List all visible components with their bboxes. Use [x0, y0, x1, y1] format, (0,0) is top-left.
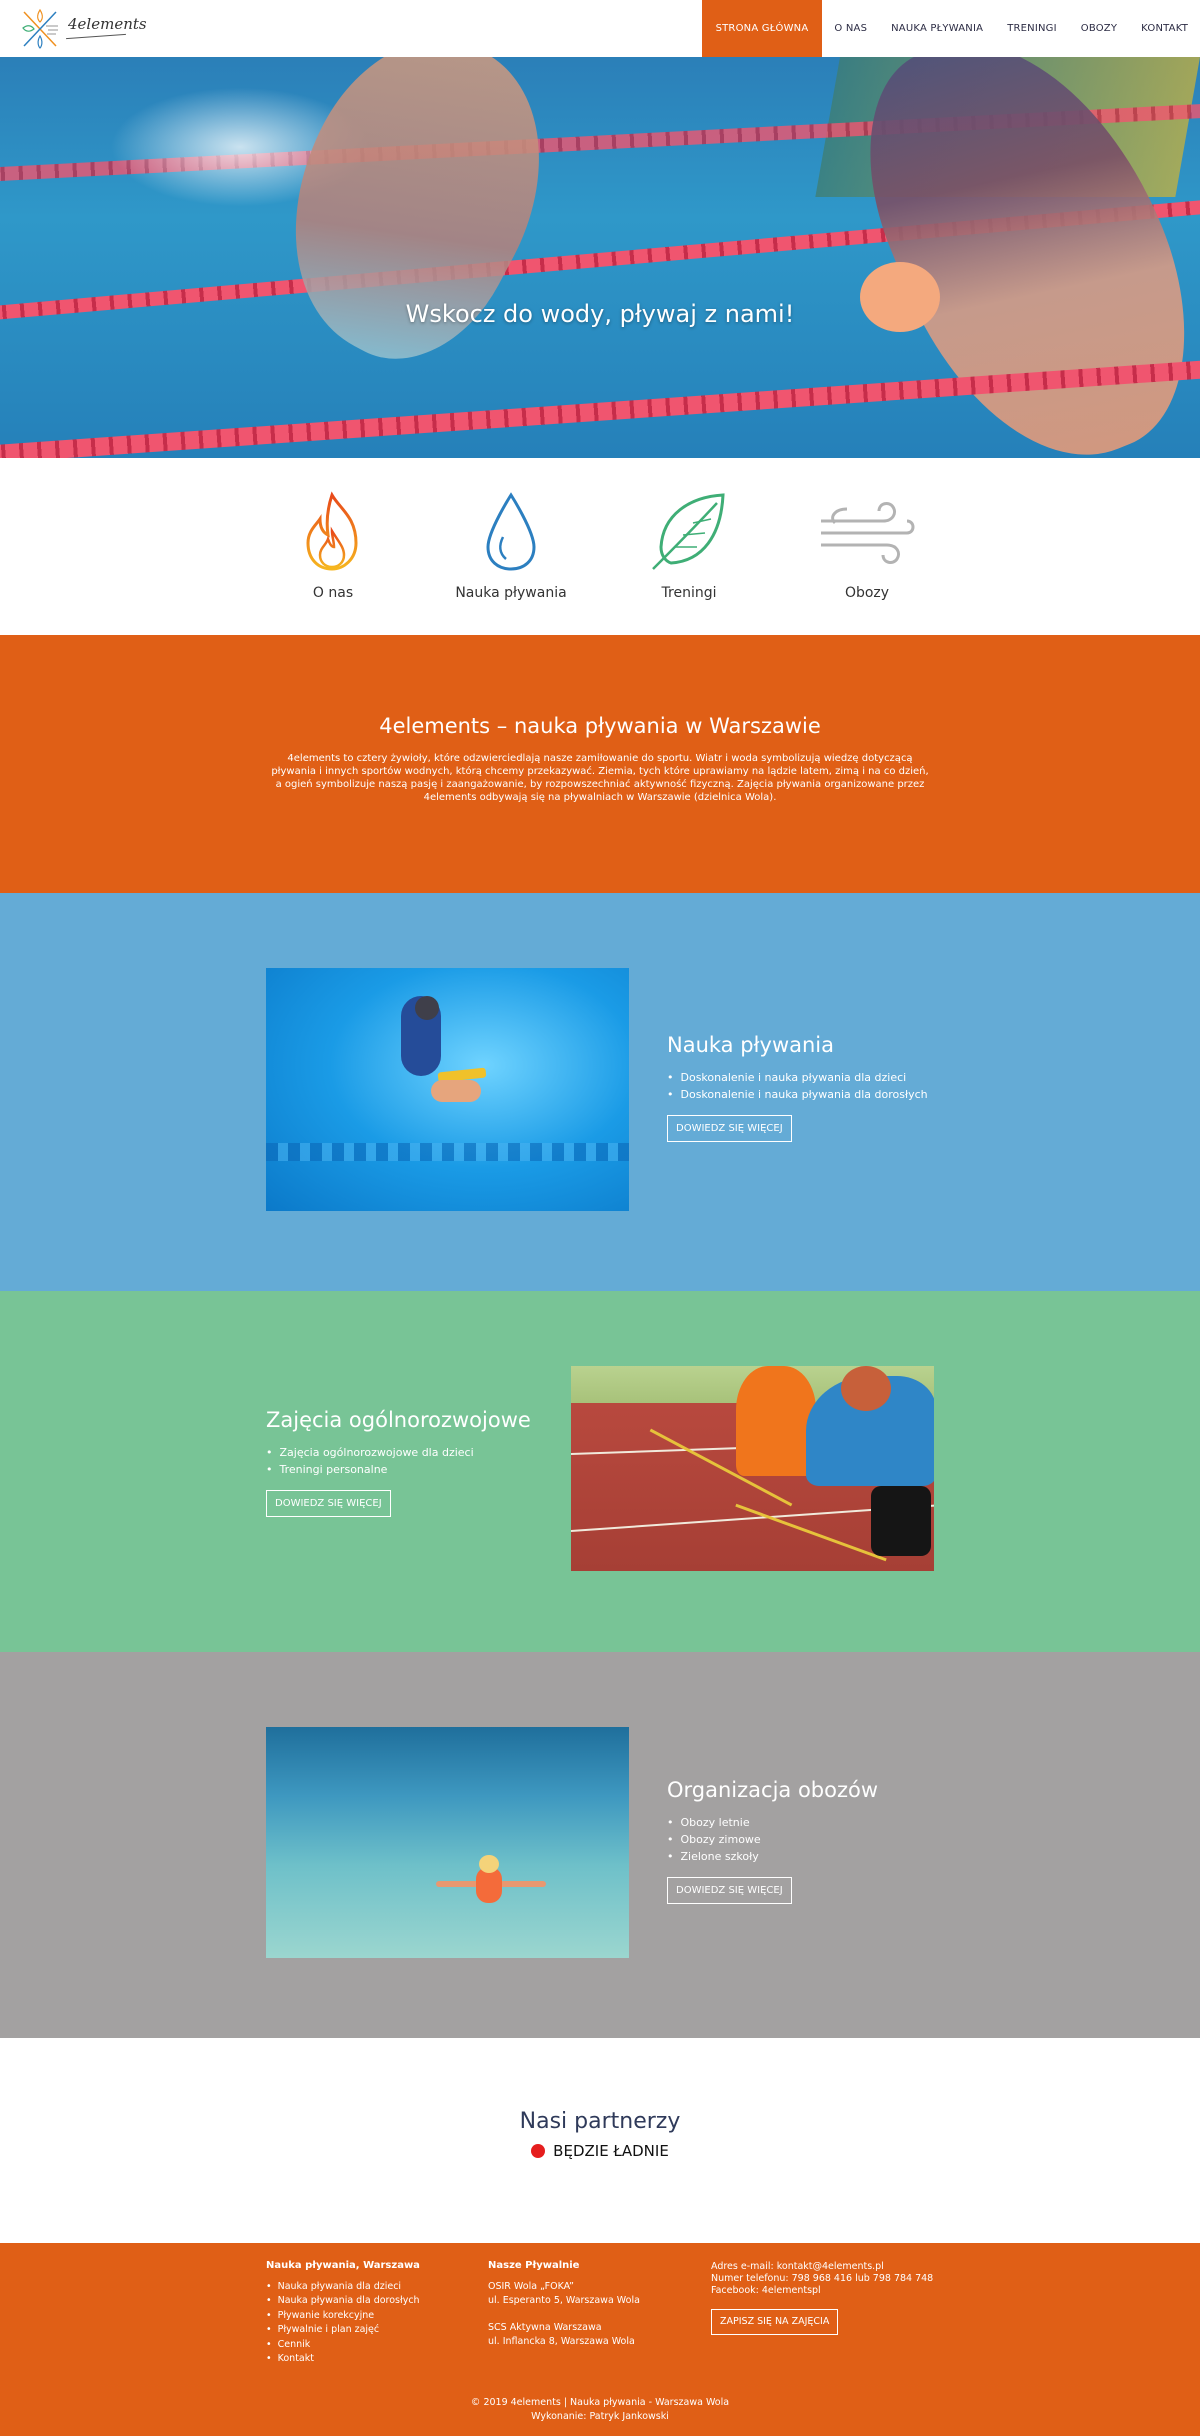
swimming-list: Doskonalenie i nauka pływania dla dzieci…: [667, 1069, 928, 1103]
sea-camp-image: [266, 1727, 629, 1958]
feature-label: Nauka pływania: [455, 585, 567, 601]
camps-title: Organizacja obozów: [667, 1778, 879, 1802]
partner-logo-icon: [531, 2144, 546, 2158]
footer-link[interactable]: Cennik: [266, 2338, 420, 2353]
about-section: 4elements – nauka pływania w Warszawie 4…: [0, 635, 1200, 893]
logo-underline: [66, 33, 126, 40]
camps-text: Organizacja obozów Obozy letnie Obozy zi…: [667, 1778, 878, 1904]
footer-contact-column: Adres e-mail: kontakt@4elements.pl Numer…: [711, 2261, 933, 2335]
footer-link[interactable]: Kontakt: [266, 2352, 420, 2367]
main-nav: STRONA GŁÓWNA O NAS NAUKA PŁYWANIA TRENI…: [701, 0, 1200, 57]
general-title: Zajęcia ogólnorozwojowe: [266, 1408, 531, 1432]
feature-label: Treningi: [661, 585, 717, 601]
site-logo[interactable]: 4elements: [18, 6, 147, 52]
author-credit: Wykonanie: Patryk Jankowski: [531, 2411, 669, 2422]
running-track-image: [571, 1366, 934, 1571]
feature-icons: O nas Nauka pływania Treningi Obozy: [0, 458, 1200, 635]
nav-about[interactable]: O NAS: [822, 0, 879, 57]
footer-column-title: Nauka pływania, Warszawa: [266, 2260, 420, 2271]
about-text: 4elements to cztery żywioły, które odzwi…: [271, 753, 929, 803]
list-item: Doskonalenie i nauka pływania dla dzieci: [667, 1069, 928, 1086]
camps-section: Organizacja obozów Obozy letnie Obozy zi…: [0, 1652, 1200, 2038]
water-drop-icon: [486, 492, 536, 571]
leaf-icon: [652, 493, 725, 570]
swimming-title: Nauka pływania: [667, 1033, 835, 1057]
hero-title: Wskocz do wody, pływaj z nami!: [405, 300, 795, 328]
swimming-text: Nauka pływania Doskonalenie i nauka pływ…: [667, 1033, 928, 1142]
list-item: Zajęcia ogólnorozwojowe dla dzieci: [266, 1444, 531, 1461]
partner-name: BĘDZIE ŁADNIE: [553, 2142, 669, 2160]
nav-swimming[interactable]: NAUKA PŁYWANIA: [879, 0, 995, 57]
signup-button[interactable]: ZAPISZ SIĘ NA ZAJĘCIA: [711, 2309, 839, 2335]
list-item: Treningi personalne: [266, 1461, 531, 1478]
feature-camps[interactable]: Obozy: [778, 491, 956, 635]
footer-links: Nauka pływania dla dzieci Nauka pływania…: [266, 2280, 420, 2367]
list-item: Obozy zimowe: [667, 1831, 878, 1848]
copyright: © 2019 4elements | Nauka pływania - Wars…: [0, 2396, 1200, 2424]
about-title: 4elements – nauka pływania w Warszawie: [379, 714, 821, 738]
general-list: Zajęcia ogólnorozwojowe dla dzieci Treni…: [266, 1444, 531, 1478]
footer-pools-column: Nasze Pływalnie OSIR Wola „FOKA” ul. Esp…: [488, 2259, 640, 2350]
runner-figure: [736, 1366, 816, 1476]
logo-mark-icon: [22, 8, 58, 49]
site-header: 4elements STRONA GŁÓWNA O NAS NAUKA PŁYW…: [0, 0, 1200, 57]
contact-email: Adres e-mail: kontakt@4elements.pl: [711, 2261, 884, 2272]
swimming-more-button[interactable]: DOWIEDZ SIĘ WIĘCEJ: [667, 1115, 792, 1142]
footer-swimming-column: Nauka pływania, Warszawa Nauka pływania …: [266, 2259, 420, 2367]
general-section: Zajęcia ogólnorozwojowe Zajęcia ogólnoro…: [0, 1291, 1200, 1652]
runner-leg: [871, 1486, 931, 1556]
swimming-lesson-image: [266, 968, 629, 1211]
runner-head: [841, 1366, 891, 1411]
footer-link[interactable]: Pływanie korekcyjne: [266, 2309, 420, 2324]
fire-icon: [306, 491, 358, 571]
logo-text: 4elements: [68, 15, 147, 33]
feature-trainings[interactable]: Treningi: [600, 491, 778, 635]
pool-name: SCS Aktywna Warszawa: [488, 2321, 602, 2333]
camps-list: Obozy letnie Obozy zimowe Zielone szkoły: [667, 1814, 878, 1865]
feature-about[interactable]: O nas: [244, 491, 422, 635]
general-more-button[interactable]: DOWIEDZ SIĘ WIĘCEJ: [266, 1490, 391, 1517]
footer-link[interactable]: Nauka pływania dla dzieci: [266, 2280, 420, 2295]
partners-title: Nasi partnerzy: [519, 2109, 681, 2134]
feature-label: O nas: [312, 585, 354, 601]
pool-lane: [266, 1143, 629, 1161]
nav-home[interactable]: STRONA GŁÓWNA: [701, 0, 823, 57]
child-figure: [431, 1080, 481, 1102]
partners-section: Nasi partnerzy BĘDZIE ŁADNIE: [0, 2038, 1200, 2243]
list-item: Zielone szkoły: [667, 1848, 878, 1865]
footer-column-title: Nasze Pływalnie: [488, 2260, 580, 2271]
contact-phone: Numer telefonu: 798 968 416 lub 798 784 …: [711, 2273, 934, 2284]
footer-link[interactable]: Nauka pływania dla dorosłych: [266, 2294, 420, 2309]
nav-trainings[interactable]: TRENINGI: [995, 0, 1069, 57]
footer-link[interactable]: Pływalnie i plan zajęć: [266, 2323, 420, 2338]
partner-link[interactable]: BĘDZIE ŁADNIE: [531, 2142, 669, 2160]
contact-facebook: Facebook: 4elementspl: [711, 2285, 821, 2296]
feature-label: Obozy: [844, 585, 890, 601]
girl-head: [479, 1855, 499, 1873]
nav-contact[interactable]: KONTAKT: [1129, 0, 1200, 57]
camps-more-button[interactable]: DOWIEDZ SIĘ WIĘCEJ: [667, 1877, 792, 1904]
list-item: Obozy letnie: [667, 1814, 878, 1831]
nav-camps[interactable]: OBOZY: [1069, 0, 1129, 57]
pool-name: OSIR Wola „FOKA”: [488, 2280, 574, 2292]
swimming-section: Nauka pływania Doskonalenie i nauka pływ…: [0, 893, 1200, 1291]
general-text: Zajęcia ogólnorozwojowe Zajęcia ogólnoro…: [266, 1408, 531, 1517]
wind-icon: [821, 502, 915, 564]
feature-swimming[interactable]: Nauka pływania: [422, 491, 600, 635]
list-item: Doskonalenie i nauka pływania dla dorosł…: [667, 1086, 928, 1103]
pool-address: ul. Inflancka 8, Warszawa Wola: [488, 2336, 635, 2347]
copyright-text: © 2019 4elements | Nauka pływania - Wars…: [470, 2397, 730, 2408]
site-footer: Nauka pływania, Warszawa Nauka pływania …: [0, 2243, 1200, 2436]
hero-banner: Wskocz do wody, pływaj z nami!: [0, 57, 1200, 458]
instructor-head: [415, 996, 439, 1020]
pool-address: ul. Esperanto 5, Warszawa Wola: [488, 2295, 640, 2306]
